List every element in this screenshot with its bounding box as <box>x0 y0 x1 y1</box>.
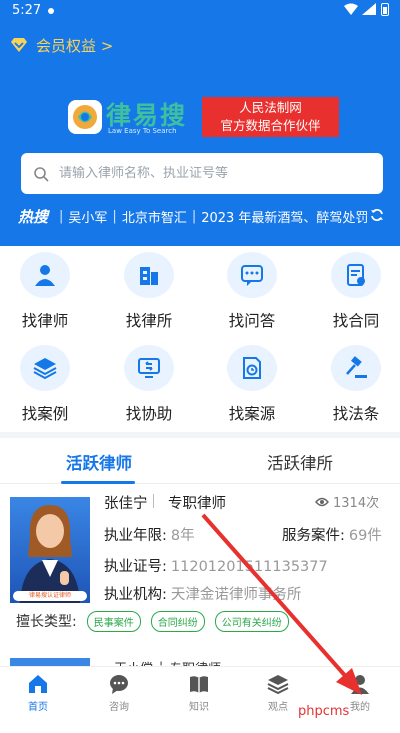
gavel-icon <box>331 345 381 391</box>
view-count: 1314次 <box>315 492 379 511</box>
battery-icon <box>381 3 389 16</box>
hot-search-label: 热搜 <box>18 207 49 226</box>
nav-label: 我的 <box>350 702 370 713</box>
contract-icon <box>331 252 381 298</box>
logo-mark-icon <box>68 100 102 134</box>
search-icon <box>34 166 49 182</box>
member-benefits-link[interactable]: 会员权益 > <box>10 34 113 56</box>
nav-consult[interactable]: 咨询 <box>89 673 149 717</box>
diamond-icon <box>11 38 27 52</box>
fn-find-qa[interactable]: 找问答 <box>207 246 297 331</box>
book-icon <box>190 676 208 693</box>
member-benefits-label: 会员权益 > <box>36 36 114 55</box>
tab-indicator <box>61 481 135 484</box>
nav-label: 咨询 <box>109 702 129 713</box>
search-input[interactable] <box>59 166 359 181</box>
license-label: 执业证号: <box>104 559 167 575</box>
license-value: 11201201511135377 <box>170 559 328 575</box>
eye-icon <box>315 497 329 506</box>
bottom-nav: 首页 咨询 知识 观点 我的 <box>0 666 400 733</box>
active-list-card: 活跃律师 活跃律所 律易搜认证律师 张佳宁 专职律师 1314次 执业年限: 8年… <box>0 438 400 673</box>
fn-find-statute[interactable]: 找法条 <box>311 339 400 424</box>
logo-subtitle: Law Easy To Search <box>108 127 177 135</box>
hot-search-bar: 热搜 | 吴小军 | 北京市智汇 | 2023 年最新酒驾、醉驾处罚 <box>18 205 384 227</box>
fn-label: 找法条 <box>332 405 380 423</box>
profile-icon <box>351 675 369 694</box>
nav-label: 知识 <box>189 702 209 713</box>
cases-row: 服务案件: 69件 <box>282 524 382 545</box>
specialty-chip[interactable]: 民事案件 <box>86 610 141 632</box>
partner-badge: 人民法制网 官方数据合作伙伴 <box>202 97 339 137</box>
divider <box>153 494 154 508</box>
hot-search-item[interactable]: 2023 年最新酒驾、醉驾处罚 <box>201 207 368 226</box>
wifi-icon <box>344 3 358 15</box>
signal-icon <box>362 3 376 15</box>
years-row: 执业年限: 8年 <box>104 524 195 545</box>
specialty-label: 擅长类型: <box>16 614 77 630</box>
fn-label: 找合同 <box>332 312 380 330</box>
license-row: 执业证号: 11201201511135377 <box>104 555 328 576</box>
fn-find-assist[interactable]: 找协助 <box>104 339 194 424</box>
specialty-chip[interactable]: 合同纠纷 <box>150 610 205 632</box>
status-bar: 5:27 <box>0 0 400 22</box>
divider: | <box>191 208 197 224</box>
specialty-row: 擅长类型: 民事案件 合同纠纷 公司有关纠纷 <box>16 610 392 632</box>
partner-line2: 官方数据合作伙伴 <box>220 118 321 133</box>
case-source-icon <box>227 345 277 391</box>
tab-active-firms[interactable]: 活跃律所 <box>267 450 333 474</box>
lawyer-icon <box>20 252 70 298</box>
fn-find-case-source[interactable]: 找案源 <box>207 339 297 424</box>
years-value: 8年 <box>170 528 195 544</box>
certified-tag: 律易搜认证律师 <box>13 591 87 601</box>
divider: | <box>112 208 117 224</box>
partner-line1: 人民法制网 <box>239 100 302 115</box>
building-icon <box>124 252 174 298</box>
header-hero: 5:27 会员权益 > 律易搜 Law Easy To Search 人民法制网… <box>0 0 400 246</box>
fn-label: 找案例 <box>21 405 69 423</box>
years-label: 执业年限: <box>104 528 167 544</box>
search-bar[interactable] <box>21 153 383 194</box>
cases-label: 服务案件: <box>282 528 345 544</box>
nav-label: 观点 <box>268 702 288 713</box>
nav-label: 首页 <box>28 702 48 713</box>
notification-dot-icon <box>48 8 54 14</box>
tab-bar: 活跃律师 活跃律所 <box>0 438 400 484</box>
specialty-chip[interactable]: 公司有关纠纷 <box>214 610 289 632</box>
fn-find-contract[interactable]: 找合同 <box>311 246 400 331</box>
nav-knowledge[interactable]: 知识 <box>169 673 229 717</box>
tab-active-lawyers[interactable]: 活跃律师 <box>66 450 132 474</box>
fn-label: 找律师 <box>21 312 69 330</box>
lawyer-item[interactable]: 律易搜认证律师 张佳宁 专职律师 1314次 执业年限: 8年 服务案件: 69件 … <box>0 492 400 632</box>
function-grid: 找律师 找律所 找问答 找合同 找案例 找协助 找案源 找法条 <box>0 246 400 432</box>
lawyer-name: 张佳宁 <box>104 496 148 512</box>
fn-label: 找律所 <box>125 312 173 330</box>
chat-icon <box>227 252 277 298</box>
lawyer-title: 专职律师 <box>168 496 226 512</box>
lawyer-photo: 律易搜认证律师 <box>10 497 90 603</box>
watermark: phpcms <box>298 704 350 719</box>
consult-icon <box>110 675 128 694</box>
firm-label: 执业机构: <box>104 587 167 603</box>
nav-home[interactable]: 首页 <box>8 673 68 717</box>
layers-icon <box>20 345 70 391</box>
firm-row: 执业机构: 天津金诺律师事务所 <box>104 583 301 604</box>
status-time: 5:27 <box>12 3 42 18</box>
assist-icon <box>124 345 174 391</box>
fn-label: 找案源 <box>228 405 276 423</box>
fn-label: 找问答 <box>228 312 276 330</box>
fn-label: 找协助 <box>125 405 173 423</box>
fn-find-firm[interactable]: 找律所 <box>104 246 194 331</box>
home-icon <box>29 675 47 693</box>
fn-find-lawyer[interactable]: 找律师 <box>0 246 90 331</box>
hot-search-item[interactable]: 吴小军 <box>68 207 107 226</box>
refresh-icon[interactable] <box>370 208 384 222</box>
fn-find-case[interactable]: 找案例 <box>0 339 90 424</box>
hot-search-item[interactable]: 北京市智汇 <box>122 207 187 226</box>
cases-value: 69件 <box>348 528 382 544</box>
firm-value: 天津金诺律师事务所 <box>170 587 302 603</box>
view-count-value: 1314次 <box>333 496 380 511</box>
divider: | <box>59 208 64 224</box>
view-icon <box>267 675 289 695</box>
